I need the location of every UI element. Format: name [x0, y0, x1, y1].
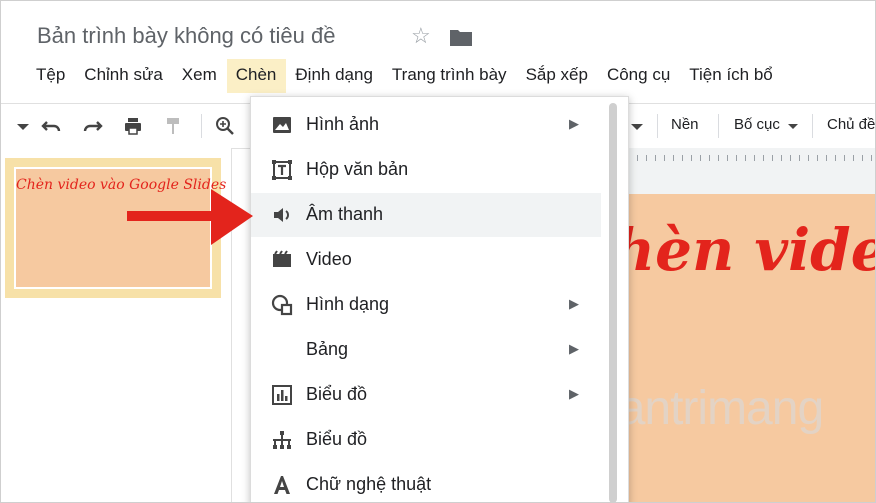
menu-item-label: Video [306, 249, 352, 269]
chevron-down-icon [788, 124, 798, 129]
background-button[interactable]: Nền [671, 116, 699, 133]
print-icon[interactable] [123, 116, 143, 136]
submenu-arrow-icon: ▶ [569, 116, 579, 131]
paint-format-icon[interactable] [163, 116, 183, 136]
diagram-icon [273, 431, 291, 449]
menu-item-label: Hình ảnh [306, 114, 380, 134]
menu-item-table[interactable]: Bảng ▶ [251, 328, 601, 372]
slide-title-text[interactable]: hèn video [613, 216, 875, 284]
menu-item-shape[interactable]: Hình dạng ▶ [251, 283, 601, 327]
menu-item-diagram[interactable]: Biểu đồ [251, 418, 601, 462]
chart-icon [272, 385, 292, 405]
document-title[interactable]: Bản trình bày không có tiêu đề [37, 23, 335, 49]
submenu-arrow-icon: ▶ [569, 341, 579, 356]
folder-icon[interactable] [449, 27, 473, 47]
menu-item-label: Hình dạng [306, 294, 390, 314]
insert-menu: Hình ảnh ▶ Hộp văn bản Âm thanh Video Hì… [250, 96, 629, 502]
word-art-icon [274, 476, 290, 494]
redo-icon[interactable] [83, 116, 103, 136]
dropdown-caret-icon[interactable] [13, 116, 33, 136]
menu-item-video[interactable]: Video [251, 238, 601, 282]
toolbar-separator [812, 114, 813, 138]
menu-addons[interactable]: Tiện ích bổ [680, 59, 782, 93]
menu-view[interactable]: Xem [173, 59, 227, 93]
menu-item-label: Chữ nghệ thuật [306, 474, 432, 494]
pointer-arrow-annotation [127, 189, 253, 245]
image-icon [273, 117, 291, 133]
menu-scrollbar[interactable] [609, 103, 617, 502]
menu-item-audio[interactable]: Âm thanh [251, 193, 601, 237]
menu-item-image[interactable]: Hình ảnh ▶ [251, 103, 601, 147]
menu-item-word-art[interactable]: Chữ nghệ thuật [251, 463, 601, 502]
submenu-arrow-icon: ▶ [569, 296, 579, 311]
menu-item-label: Hộp văn bản [306, 159, 409, 179]
menu-slide[interactable]: Trang trình bày [383, 59, 517, 93]
shape-icon [271, 294, 293, 316]
menu-format[interactable]: Định dạng [286, 59, 383, 93]
menu-item-label: Bảng [306, 339, 349, 359]
layout-button[interactable]: Bố cục [734, 116, 780, 133]
menu-tools[interactable]: Công cụ [598, 59, 680, 93]
menu-item-chart[interactable]: Biểu đồ ▶ [251, 373, 601, 417]
theme-button[interactable]: Chủ đề [827, 116, 875, 133]
menu-insert[interactable]: Chèn [226, 59, 287, 93]
menu-item-text-box[interactable]: Hộp văn bản [251, 148, 601, 192]
slide-canvas[interactable]: hèn video [613, 194, 875, 502]
horizontal-ruler [601, 151, 875, 165]
app-window: Bản trình bày không có tiêu đề ☆ Tệp Chỉ… [0, 0, 876, 503]
dropdown-caret-icon[interactable] [627, 116, 647, 136]
video-icon [273, 250, 291, 267]
submenu-arrow-icon: ▶ [569, 386, 579, 401]
menu-item-label: Biểu đồ [306, 429, 368, 449]
menu-item-label: Âm thanh [306, 204, 384, 224]
menu-item-label: Biểu đồ [306, 384, 368, 404]
menu-file[interactable]: Tệp [27, 59, 75, 93]
toolbar-separator [718, 114, 719, 138]
undo-icon[interactable] [41, 116, 61, 136]
toolbar-separator [657, 114, 658, 138]
zoom-icon[interactable] [215, 116, 235, 136]
menu-bar: Tệp Chỉnh sửa Xem Chèn Định dạng Trang t… [27, 59, 783, 93]
toolbar-separator [201, 114, 202, 138]
menu-arrange[interactable]: Sắp xếp [517, 59, 598, 93]
star-icon[interactable]: ☆ [411, 23, 431, 49]
text-box-icon [272, 160, 292, 180]
audio-icon [274, 208, 289, 222]
menu-edit[interactable]: Chỉnh sửa [75, 59, 172, 93]
